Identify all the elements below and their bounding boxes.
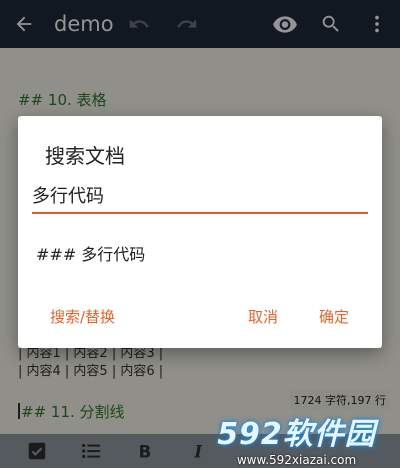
search-input[interactable] xyxy=(32,180,368,210)
dialog-title: 搜索文档 xyxy=(45,144,125,168)
search-dialog: 搜索文档 ### 多行代码 搜索/替换 取消 确定 xyxy=(18,116,382,348)
bold-button[interactable]: B xyxy=(118,434,172,468)
cancel-button[interactable]: 取消 xyxy=(242,302,284,331)
ok-button[interactable]: 确定 xyxy=(313,302,355,331)
svg-text:B: B xyxy=(139,442,152,461)
checkbox-button[interactable] xyxy=(10,434,64,468)
watermark-logo: 592软件园 xyxy=(217,417,376,452)
bullet-list-icon xyxy=(82,443,101,459)
watermark-url: www.592xiazai.com xyxy=(236,453,357,467)
search-replace-button[interactable]: 搜索/替换 xyxy=(44,302,121,331)
bold-icon: B xyxy=(139,442,152,461)
checkbox-icon xyxy=(28,442,46,460)
bullet-list-button[interactable] xyxy=(64,434,118,468)
search-result-item[interactable]: ### 多行代码 xyxy=(36,241,145,265)
site-watermark: 592软件园 www.592xiazai.com xyxy=(199,410,394,467)
search-field[interactable] xyxy=(32,180,368,214)
